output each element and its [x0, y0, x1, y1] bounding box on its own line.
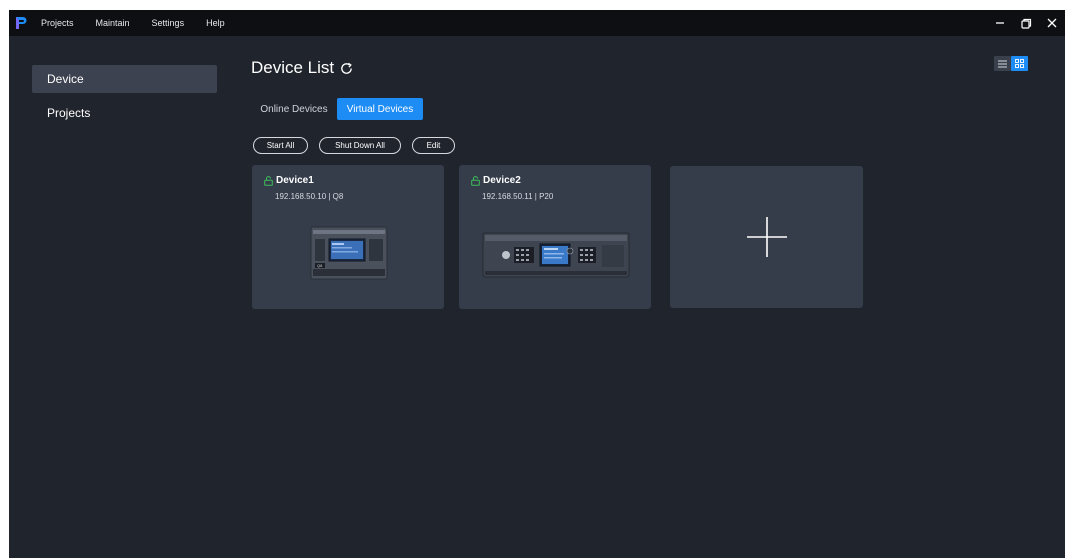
grid-view-icon[interactable]: [1011, 56, 1028, 71]
menu-projects[interactable]: Projects: [41, 18, 74, 28]
device-name: Device1: [264, 175, 314, 186]
edit-button[interactable]: Edit: [412, 137, 455, 154]
add-device-card[interactable]: [670, 166, 863, 308]
refresh-icon[interactable]: [339, 61, 354, 76]
view-toggle: [994, 56, 1028, 71]
tab-online-devices[interactable]: Online Devices: [255, 98, 333, 120]
app-window: Projects Maintain Settings Help Device P…: [9, 10, 1065, 558]
sidebar: Device Projects: [9, 36, 226, 558]
page-title-text: Device List: [251, 58, 335, 77]
sidebar-item-label: Projects: [47, 106, 91, 120]
device-p20-image: [482, 231, 630, 286]
device-name-text: Device2: [483, 175, 521, 186]
app-logo-icon: [13, 15, 29, 31]
restore-icon[interactable]: [1013, 10, 1039, 36]
sidebar-item-device[interactable]: Device: [32, 65, 217, 93]
window-controls: [987, 10, 1065, 36]
tab-virtual-devices[interactable]: Virtual Devices: [337, 98, 423, 120]
menu-help[interactable]: Help: [206, 18, 225, 28]
svg-text:Q8: Q8: [317, 263, 323, 268]
device-card-2[interactable]: Device2 192.168.50.11 | P20: [459, 165, 651, 309]
menu-settings[interactable]: Settings: [152, 18, 185, 28]
device-name-text: Device1: [276, 175, 314, 186]
start-all-button[interactable]: Start All: [253, 137, 308, 154]
lock-open-icon: [471, 175, 480, 186]
minimize-icon[interactable]: [987, 10, 1013, 36]
device-q8-image: Q8: [309, 225, 389, 288]
device-info: 192.168.50.10 | Q8: [275, 192, 344, 201]
title-bar: Projects Maintain Settings Help: [9, 10, 1065, 36]
shut-down-all-button[interactable]: Shut Down All: [319, 137, 401, 154]
sidebar-item-projects[interactable]: Projects: [32, 99, 217, 127]
page-title: Device List: [251, 58, 354, 78]
lock-open-icon: [264, 175, 273, 186]
device-info: 192.168.50.11 | P20: [482, 192, 554, 201]
plus-icon: [746, 216, 788, 258]
list-view-icon[interactable]: [994, 56, 1011, 71]
sidebar-item-label: Device: [47, 72, 84, 86]
device-card-1[interactable]: Device1 192.168.50.10 | Q8 Q8: [252, 165, 444, 309]
menu-maintain[interactable]: Maintain: [96, 18, 130, 28]
close-icon[interactable]: [1039, 10, 1065, 36]
device-name: Device2: [471, 175, 521, 186]
